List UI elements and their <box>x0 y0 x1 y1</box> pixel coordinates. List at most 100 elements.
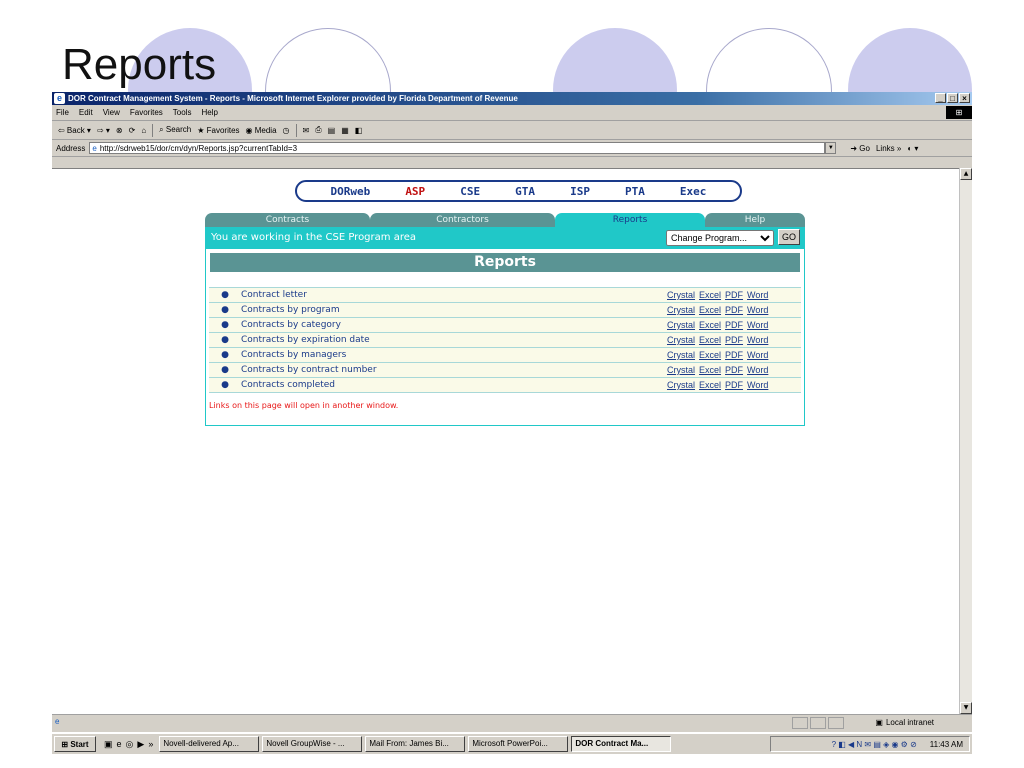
vertical-scrollbar[interactable]: ▲ ▼ <box>959 168 972 714</box>
address-input[interactable]: e http://sdrweb15/dor/cm/dyn/Reports.jsp… <box>89 142 826 154</box>
bullet-icon: ● <box>221 350 229 360</box>
crystal-link[interactable]: Crystal <box>667 350 695 360</box>
word-link[interactable]: Word <box>747 365 768 375</box>
links-button[interactable]: Links » <box>876 144 901 153</box>
taskbar-button[interactable]: Microsoft PowerPoi... <box>468 736 569 752</box>
taskbar-button[interactable]: Novell-delivered Ap... <box>159 736 260 752</box>
change-program-select[interactable]: Change Program... <box>666 230 774 246</box>
crystal-link[interactable]: Crystal <box>667 320 695 330</box>
menu-help[interactable]: Help <box>201 108 217 117</box>
word-link[interactable]: Word <box>747 305 768 315</box>
nav-exec[interactable]: Exec <box>680 185 707 198</box>
address-dropdown-icon[interactable]: ▼ <box>825 142 837 154</box>
word-link[interactable]: Word <box>747 290 768 300</box>
menu-file[interactable]: File <box>56 108 69 117</box>
mail-icon[interactable]: ✉ <box>303 126 310 135</box>
stop-icon[interactable]: ⊗ <box>116 126 123 135</box>
taskbar-button-active[interactable]: DOR Contract Ma... <box>571 736 672 752</box>
report-label[interactable]: Contracts by expiration date <box>241 335 370 345</box>
minimize-button[interactable]: _ <box>935 93 946 103</box>
excel-link[interactable]: Excel <box>699 305 721 315</box>
messenger-icon[interactable]: ◧ <box>355 126 363 135</box>
program-go-button[interactable]: GO <box>778 229 800 245</box>
pdf-link[interactable]: PDF <box>725 380 743 390</box>
intranet-icon: ▣ <box>875 718 883 727</box>
pdf-link[interactable]: PDF <box>725 320 743 330</box>
report-label[interactable]: Contracts by contract number <box>241 365 377 375</box>
address-actions: ➜ Go Links » ◐ ▾ <box>850 144 918 153</box>
pdf-link[interactable]: PDF <box>725 305 743 315</box>
crystal-link[interactable]: Crystal <box>667 290 695 300</box>
menu-edit[interactable]: Edit <box>79 108 93 117</box>
ie-quick-icon[interactable]: e <box>117 739 122 750</box>
report-label[interactable]: Contracts completed <box>241 380 335 390</box>
pdf-link[interactable]: PDF <box>725 290 743 300</box>
nav-gta[interactable]: GTA <box>515 185 535 198</box>
pdf-link[interactable]: PDF <box>725 335 743 345</box>
go-label: Go <box>859 143 870 153</box>
nav-isp[interactable]: ISP <box>570 185 590 198</box>
pdf-link[interactable]: PDF <box>725 350 743 360</box>
back-button[interactable]: ⇦ Back ▾ <box>58 126 91 135</box>
close-button[interactable]: × <box>959 93 970 103</box>
program-banner-text: You are working in the CSE Program area <box>211 232 416 243</box>
pdf-link[interactable]: PDF <box>725 365 743 375</box>
scroll-down-icon[interactable]: ▼ <box>960 702 972 714</box>
tray-icons[interactable]: ? ◧ ◀ N ✉ ▤ ◈ ◉ ⚙ ⊘ <box>832 740 917 749</box>
forward-button[interactable]: ⇨ ▾ <box>97 126 110 135</box>
excel-link[interactable]: Excel <box>699 365 721 375</box>
tab-contractors[interactable]: Contractors <box>370 213 555 227</box>
excel-link[interactable]: Excel <box>699 320 721 330</box>
menu-tools[interactable]: Tools <box>173 108 192 117</box>
word-link[interactable]: Word <box>747 335 768 345</box>
tab-help[interactable]: Help <box>705 213 805 227</box>
crystal-link[interactable]: Crystal <box>667 380 695 390</box>
media-player-icon[interactable]: ▶ <box>137 739 144 750</box>
crystal-link[interactable]: Crystal <box>667 305 695 315</box>
security-zone: ▣ Local intranet <box>875 716 934 730</box>
nav-pta[interactable]: PTA <box>625 185 645 198</box>
report-label[interactable]: Contracts by category <box>241 320 341 330</box>
excel-link[interactable]: Excel <box>699 350 721 360</box>
taskbar-button[interactable]: Novell GroupWise - ... <box>262 736 363 752</box>
tab-contracts[interactable]: Contracts <box>205 213 370 227</box>
word-link[interactable]: Word <box>747 380 768 390</box>
search-label: Search <box>165 125 192 134</box>
nav-cse[interactable]: CSE <box>460 185 480 198</box>
extra-tool-icon[interactable]: ◐ ▾ <box>907 144 918 153</box>
print-icon[interactable]: ⎙ <box>315 125 321 135</box>
report-row: ● Contracts by contract number Crystal E… <box>209 362 801 377</box>
edit-icon[interactable]: ▤ <box>328 126 336 135</box>
word-link[interactable]: Word <box>747 320 768 330</box>
crystal-link[interactable]: Crystal <box>667 335 695 345</box>
media-button[interactable]: ◉ Media <box>246 126 277 135</box>
excel-link[interactable]: Excel <box>699 335 721 345</box>
report-label[interactable]: Contracts by managers <box>241 350 346 360</box>
report-label[interactable]: Contract letter <box>241 290 307 300</box>
menu-favorites[interactable]: Favorites <box>130 108 163 117</box>
nav-asp[interactable]: ASP <box>405 185 425 198</box>
menu-view[interactable]: View <box>103 108 120 117</box>
excel-link[interactable]: Excel <box>699 380 721 390</box>
tab-reports[interactable]: Reports <box>555 213 705 227</box>
desktop-icon[interactable]: ▣ <box>104 739 113 750</box>
go-button[interactable]: ➜ Go <box>850 144 870 153</box>
discuss-icon[interactable]: ▦ <box>341 126 349 135</box>
scroll-up-icon[interactable]: ▲ <box>960 168 972 180</box>
crystal-link[interactable]: Crystal <box>667 365 695 375</box>
excel-link[interactable]: Excel <box>699 290 721 300</box>
outlook-icon[interactable]: ◎ <box>126 739 134 750</box>
report-label[interactable]: Contracts by program <box>241 305 340 315</box>
start-button[interactable]: ⊞ Start <box>54 736 96 752</box>
refresh-icon[interactable]: ⟳ <box>129 126 136 135</box>
word-link[interactable]: Word <box>747 350 768 360</box>
window-titlebar[interactable]: e DOR Contract Management System - Repor… <box>52 92 972 105</box>
maximize-button[interactable]: □ <box>947 93 958 103</box>
search-button[interactable]: ⌕ Search <box>159 125 191 135</box>
home-icon[interactable]: ⌂ <box>141 126 146 135</box>
history-icon[interactable]: ◷ <box>283 126 290 135</box>
favorites-button[interactable]: ★ Favorites <box>197 126 239 135</box>
more-icon[interactable]: » <box>148 739 153 750</box>
nav-dorweb[interactable]: DORweb <box>331 185 371 198</box>
taskbar-button[interactable]: Mail From: James Bi... <box>365 736 466 752</box>
